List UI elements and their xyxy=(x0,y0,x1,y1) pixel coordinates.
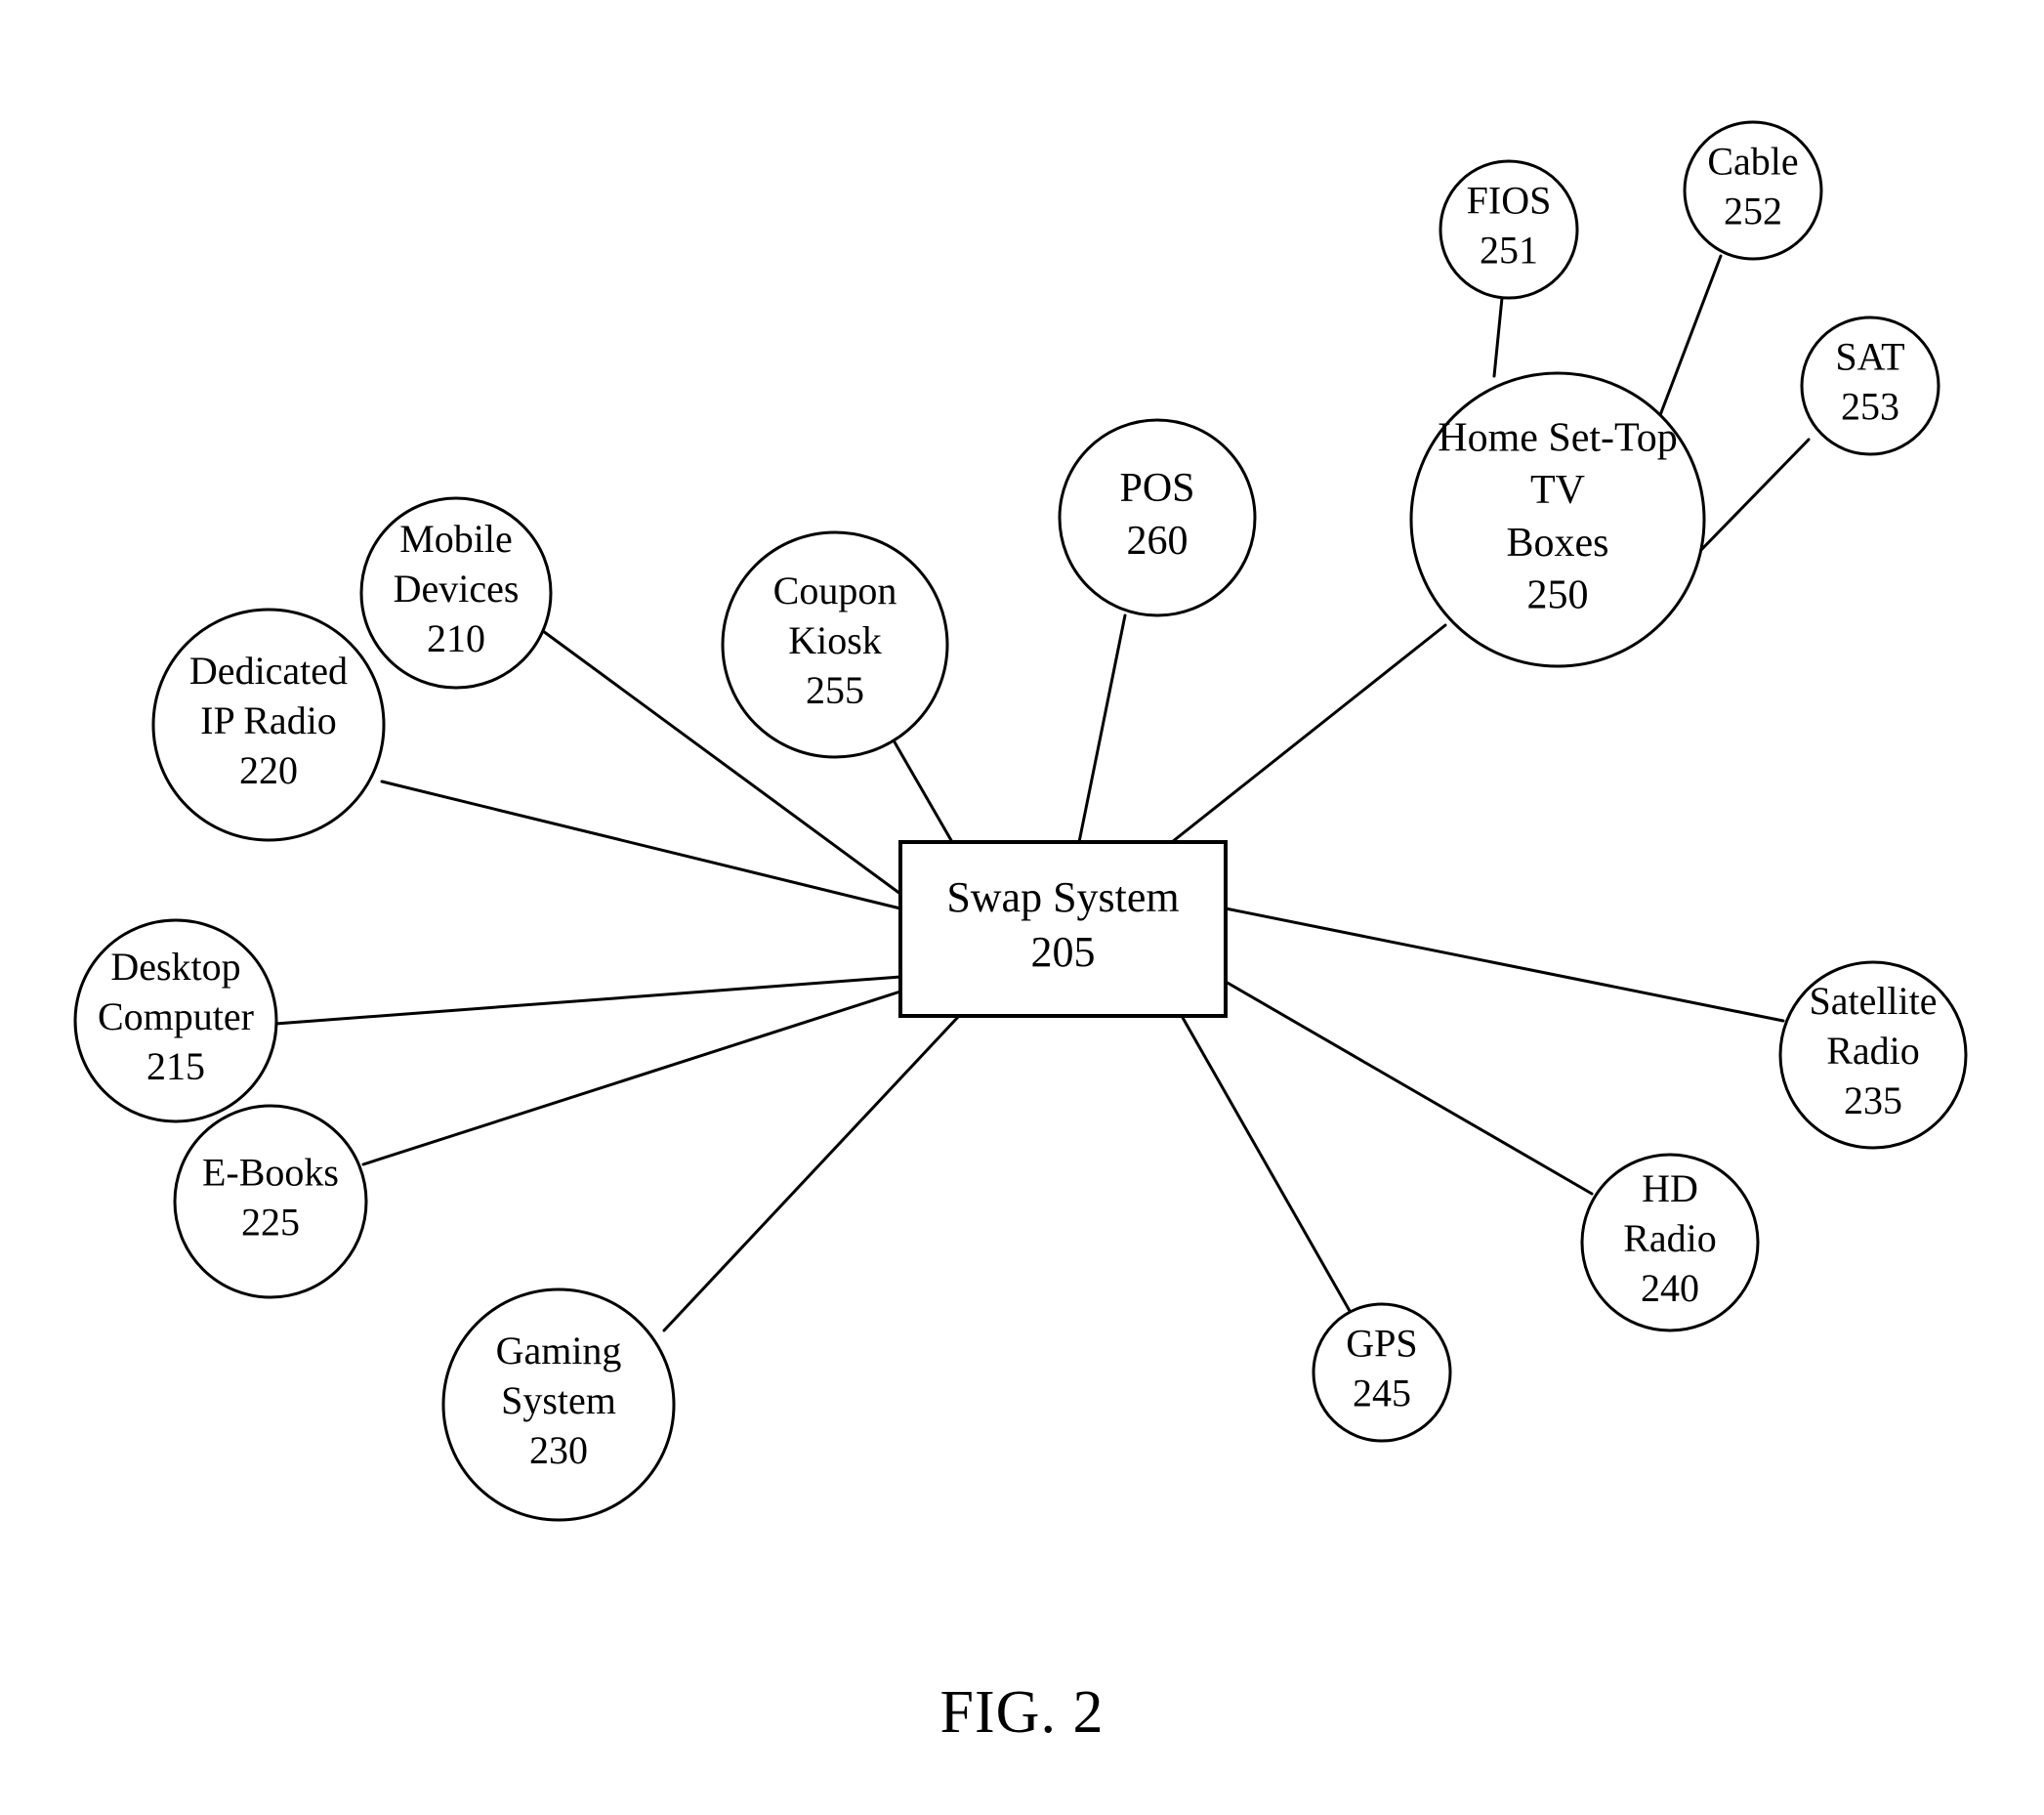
node-satellite-radio[interactable]: Satellite Radio 235 xyxy=(1778,960,1968,1150)
node-home-set-top-tv-boxes[interactable]: Home Set-Top TV Boxes 250 xyxy=(1409,371,1706,668)
node-swap-system[interactable]: Swap System 205 xyxy=(898,840,1228,1018)
node-pos[interactable]: POS 260 xyxy=(1058,418,1257,617)
edge-swap-to-gaming-system xyxy=(662,1014,961,1332)
edge-swap-to-e-books xyxy=(361,990,902,1166)
figure-caption: FIG. 2 xyxy=(939,1679,1105,1746)
edge-home-set-top-to-cable xyxy=(1658,254,1723,417)
node-gps[interactable]: GPS 245 xyxy=(1312,1302,1452,1443)
patent-figure: Swap System 205 Mobile Devices 210 Dedicated I… xyxy=(0,0,2044,1815)
node-coupon-kiosk[interactable]: Coupon Kiosk 255 xyxy=(721,530,949,759)
edge-swap-to-home-set-top xyxy=(1170,623,1447,844)
node-cable[interactable]: Cable 252 xyxy=(1683,120,1823,261)
node-sat[interactable]: SAT 253 xyxy=(1800,316,1940,456)
edge-swap-to-hd-radio xyxy=(1224,980,1594,1196)
node-fios[interactable]: FIOS 251 xyxy=(1439,159,1579,300)
edge-home-set-top-to-sat xyxy=(1697,438,1811,554)
node-mobile-devices[interactable]: Mobile Devices 210 xyxy=(359,496,553,690)
edge-swap-to-satellite-radio xyxy=(1224,907,1785,1023)
node-dedicated-ip-radio[interactable]: Dedicated IP Radio 220 xyxy=(151,608,386,842)
node-layer: Swap System 205 Mobile Devices 210Dedicated I… xyxy=(73,120,1968,1522)
edge-swap-to-gps xyxy=(1180,1014,1352,1313)
edge-swap-to-coupon-kiosk xyxy=(892,739,954,844)
edge-swap-to-desktop-computer xyxy=(273,975,902,1026)
edge-swap-to-pos xyxy=(1077,613,1127,844)
node-desktop-computer[interactable]: Desktop Computer 215 xyxy=(73,918,278,1123)
edge-home-set-top-to-fios xyxy=(1492,296,1504,378)
node-e-books[interactable]: E-Books 225 xyxy=(173,1104,368,1299)
edge-swap-to-dedicated-ip-radio xyxy=(380,780,902,910)
diagram-canvas: Swap System 205 Mobile Devices 210Dedicated I… xyxy=(73,120,1968,1522)
node-hd-radio[interactable]: HD Radio 240 xyxy=(1580,1153,1760,1332)
node-gaming-system[interactable]: Gaming System 230 xyxy=(441,1287,676,1522)
